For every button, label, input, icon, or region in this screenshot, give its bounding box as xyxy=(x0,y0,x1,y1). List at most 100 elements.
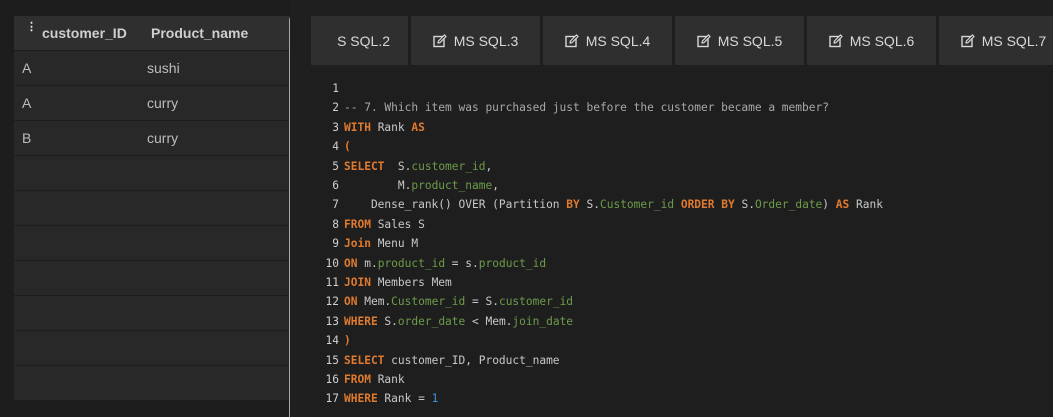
code-token: JOIN xyxy=(344,276,371,289)
column-menu-icon[interactable]: ⋮ xyxy=(26,22,37,33)
code-token: product_id xyxy=(377,256,446,270)
code-token: , xyxy=(492,179,499,192)
line-code: ON m.product_id = s.product_id xyxy=(344,257,546,270)
code-token: join_date xyxy=(512,314,574,328)
line-number: 15 xyxy=(325,353,339,367)
line-number: 17 xyxy=(325,392,339,406)
line-number: 10 xyxy=(325,256,339,270)
line-code: WHERE S.order_date < Mem.join_date xyxy=(344,315,573,328)
code-token: ) xyxy=(344,334,351,348)
code-line: 6 M.product_name, xyxy=(311,176,499,195)
code-token: -- 7. Which item was purchased just befo… xyxy=(344,101,829,115)
code-line: 4( xyxy=(311,137,351,156)
line-code: WITH Rank AS xyxy=(344,121,425,134)
code-token: Customer_id xyxy=(599,198,675,212)
code-line: 5 SELECT S.customer_id, xyxy=(311,157,492,176)
empty-table-row xyxy=(14,331,290,365)
code-token: Customer_id xyxy=(391,295,466,309)
line-number: 11 xyxy=(325,276,339,289)
code-token: S. xyxy=(579,198,600,212)
results-table: ⋮ customer_ID Product_name Asushi Acurry B… xyxy=(14,16,290,400)
tab-label: MS SQL.5 xyxy=(717,32,783,49)
line-number: 8 xyxy=(332,217,339,231)
table-cell: curry xyxy=(147,95,179,111)
code-token: ON xyxy=(344,256,358,270)
line-number: 4 xyxy=(332,140,339,154)
code-token: product_id xyxy=(478,256,547,270)
code-token: SELECT xyxy=(344,353,385,367)
code-token: SELECT xyxy=(344,159,385,173)
tab-label: S SQL.2 xyxy=(337,32,390,49)
code-token: Rank = xyxy=(377,392,432,406)
code-line: 2 -- 7. Which item was purchased just bef… xyxy=(311,98,829,117)
code-token: Rank xyxy=(849,198,883,212)
code-token: FROM xyxy=(344,373,371,386)
code-token: WITH xyxy=(344,120,371,134)
tab-ms-sql-5[interactable]: MS SQL.5 xyxy=(675,16,804,65)
table-row[interactable]: Acurry xyxy=(14,86,290,120)
code-token: S. xyxy=(734,198,755,212)
table-cell: B xyxy=(22,130,32,146)
line-code: Join Menu M xyxy=(344,237,418,250)
code-token: BY xyxy=(566,198,580,212)
table-row[interactable]: Bcurry xyxy=(14,121,290,155)
table-cell: A xyxy=(22,95,32,111)
column-header-product-name[interactable]: Product_name xyxy=(151,25,248,41)
column-header-customer-id[interactable]: customer_ID xyxy=(42,25,127,41)
code-token: Dense_rank() OVER (Partition xyxy=(344,198,567,212)
code-line: 13 WHERE S.order_date < Mem.join_date xyxy=(311,312,574,331)
empty-table-row xyxy=(14,191,290,225)
edit-icon xyxy=(565,33,579,48)
code-token: order_date xyxy=(397,314,466,328)
code-token: Join xyxy=(344,237,371,251)
code-token: Rank xyxy=(370,120,412,134)
empty-table-row xyxy=(14,156,290,190)
line-number: 5 xyxy=(332,159,339,173)
code-token: S. xyxy=(384,159,412,173)
line-code: JOIN Members Mem xyxy=(344,276,452,289)
empty-table-row xyxy=(14,226,290,260)
tab-label: MS SQL.7 xyxy=(981,32,1047,49)
code-token: ) xyxy=(822,198,836,212)
line-number: 12 xyxy=(325,295,339,309)
code-token: WHERE xyxy=(344,392,378,406)
code-line: 10 ON m.product_id = s.product_id xyxy=(311,254,547,273)
empty-table-row xyxy=(14,296,290,330)
code-line: 12 ON Mem.Customer_id = S.customer_id xyxy=(311,292,574,311)
table-cell: curry xyxy=(147,130,179,146)
code-token: AS xyxy=(411,120,425,134)
line-code: ON Mem.Customer_id = S.customer_id xyxy=(344,295,573,308)
tab-label: MS SQL.6 xyxy=(849,32,915,49)
code-token: FROM xyxy=(344,217,371,231)
tab-label: MS SQL.3 xyxy=(453,32,519,49)
line-number: 16 xyxy=(325,373,339,386)
sql-editor[interactable]: 1 2 -- 7. Which item was purchased just be… xyxy=(311,70,1053,417)
code-token: WHERE xyxy=(344,314,378,328)
code-token: Members Mem xyxy=(370,276,452,289)
tab-s-sql-2[interactable]: S SQL.2 xyxy=(311,16,408,65)
code-token: S. xyxy=(377,314,398,328)
code-token: Order_date xyxy=(754,198,823,212)
line-number: 6 xyxy=(332,179,339,192)
line-number: 7 xyxy=(332,198,339,212)
tab-ms-sql-6[interactable]: MS SQL.6 xyxy=(807,16,936,65)
code-token: Rank xyxy=(370,373,405,386)
tab-ms-sql-4[interactable]: MS SQL.4 xyxy=(543,16,672,65)
line-code: ( xyxy=(344,140,351,153)
tab-ms-sql-7[interactable]: MS SQL.7 xyxy=(939,16,1053,65)
code-line: 17 WHERE Rank = 1 xyxy=(311,389,439,408)
tab-ms-sql-3[interactable]: MS SQL.3 xyxy=(411,16,540,65)
line-code: SELECT customer_ID, Product_name xyxy=(344,354,560,367)
line-code: M.product_name, xyxy=(344,179,499,192)
edit-icon xyxy=(697,33,711,48)
pane-resize-handle[interactable] xyxy=(289,16,290,417)
code-token: m. xyxy=(357,256,378,270)
code-line: 9 Join Menu M xyxy=(311,234,418,253)
table-row[interactable]: Asushi xyxy=(14,51,290,85)
tab-bar: S SQL.2 MS SQL.3 MS SQL.4 MS SQL.5 MS SQL.6 M… xyxy=(311,16,1053,65)
code-token: Mem. xyxy=(357,295,392,309)
tab-label: MS SQL.4 xyxy=(585,32,651,49)
edit-icon xyxy=(433,33,447,48)
code-line: 16 FROM Rank xyxy=(311,370,405,389)
results-pane: ⋮ customer_ID Product_name Asushi Acurry B… xyxy=(0,0,290,417)
